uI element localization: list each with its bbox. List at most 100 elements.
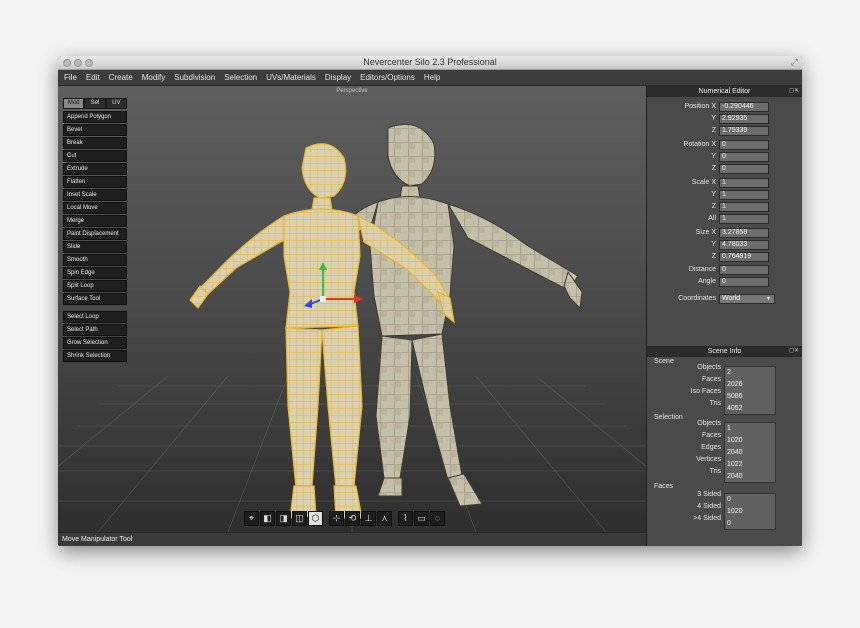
rotation-x-field[interactable]: 0 bbox=[719, 140, 769, 150]
cut-button[interactable]: Cut bbox=[63, 150, 127, 162]
background-mesh[interactable] bbox=[343, 124, 583, 507]
hex-icon[interactable]: ⬡ bbox=[308, 511, 323, 526]
rotation-x-label: Rotation X bbox=[683, 141, 716, 148]
move-cube-icon[interactable]: ◧ bbox=[260, 511, 275, 526]
scene-objects-value: 2 bbox=[727, 369, 731, 376]
title-bar: Nevercenter Silo 2.3 Professional ⤢ bbox=[58, 56, 802, 70]
grow-selection-button[interactable]: Grow Selection bbox=[63, 337, 127, 349]
scene-faces-value: 2026 bbox=[727, 381, 743, 388]
menu-subdivision[interactable]: Subdivision bbox=[174, 73, 215, 82]
wire-cube-icon[interactable]: ◫ bbox=[292, 511, 307, 526]
rect-select-icon[interactable]: ▭ bbox=[414, 511, 429, 526]
scene-group-label: Scene bbox=[654, 358, 674, 365]
scale-all-field[interactable]: 1 bbox=[719, 214, 769, 224]
angle-field[interactable]: 0 bbox=[719, 277, 769, 287]
scale-y-field[interactable]: 1 bbox=[719, 190, 769, 200]
selection-group-label: Selection bbox=[654, 414, 683, 421]
perspective-viewport[interactable]: Perspective Mod Sel UV Append Polygon Be… bbox=[58, 86, 646, 532]
menu-editors-options[interactable]: Editors/Options bbox=[360, 73, 415, 82]
position-y-label: Y bbox=[711, 115, 716, 122]
append-polygon-button[interactable]: Append Polygon bbox=[63, 111, 127, 123]
display-mode-group: ⌖ ◧ ◨ ◫ ⬡ bbox=[244, 511, 323, 527]
selection-faces-label: Faces bbox=[701, 432, 721, 439]
numerical-editor-title: Numerical Editor bbox=[698, 88, 751, 95]
position-x-field[interactable]: -0.290446 bbox=[719, 102, 769, 112]
smooth-button[interactable]: Smooth bbox=[63, 254, 127, 266]
inset-scale-button[interactable]: Inset Scale bbox=[63, 189, 127, 201]
menu-selection[interactable]: Selection bbox=[224, 73, 257, 82]
scene-info: Scene Objects 2 Faces 2026 Iso Faces 508… bbox=[647, 357, 802, 546]
selection-objects-value: 1 bbox=[727, 425, 731, 432]
coordinates-value: World bbox=[722, 295, 741, 302]
menu-edit[interactable]: Edit bbox=[86, 73, 100, 82]
select-loop-button[interactable]: Select Loop bbox=[63, 311, 127, 323]
size-z-field[interactable]: 0.764819 bbox=[719, 252, 769, 262]
tool-panel: Mod Sel UV Append Polygon Bevel Break Cu… bbox=[63, 98, 127, 363]
paint-displacement-button[interactable]: Paint Displacement bbox=[63, 228, 127, 240]
position-z-field[interactable]: 1.79339 bbox=[719, 126, 769, 136]
rotation-z-field[interactable]: 0 bbox=[719, 164, 769, 174]
panel-close-icon[interactable]: ◻✕ bbox=[789, 346, 799, 357]
break-button[interactable]: Break bbox=[63, 137, 127, 149]
spin-edge-button[interactable]: Spin Edge bbox=[63, 267, 127, 279]
position-y-field[interactable]: 2.92935 bbox=[719, 114, 769, 124]
surface-tool-button[interactable]: Surface Tool bbox=[63, 293, 127, 305]
menu-uvs-materials[interactable]: UVs/Materials bbox=[266, 73, 316, 82]
over-four-sided-label: >4 Sided bbox=[693, 515, 721, 522]
scene-tris-label: Tris bbox=[709, 400, 721, 407]
menu-display[interactable]: Display bbox=[325, 73, 351, 82]
viewport-label: Perspective bbox=[336, 88, 368, 94]
split-loop-button[interactable]: Split Loop bbox=[63, 280, 127, 292]
numerical-editor-header: Numerical Editor ◻✕ bbox=[647, 86, 802, 97]
size-y-field[interactable]: 4.78033 bbox=[719, 240, 769, 250]
axis-universal-icon[interactable]: ⋏ bbox=[377, 511, 392, 526]
window-title: Nevercenter Silo 2.3 Professional bbox=[363, 57, 497, 67]
shrink-selection-button[interactable]: Shrink Selection bbox=[63, 350, 127, 362]
scale-cube-icon[interactable]: ⌖ bbox=[244, 511, 259, 526]
chevron-down-icon: ▼ bbox=[766, 296, 771, 302]
three-sided-label: 3 Sided bbox=[697, 491, 721, 498]
slide-button[interactable]: Slide bbox=[63, 241, 127, 253]
extrude-button[interactable]: Extrude bbox=[63, 163, 127, 175]
menu-modify[interactable]: Modify bbox=[142, 73, 166, 82]
scene-info-header: Scene Info ◻✕ bbox=[647, 346, 802, 357]
split-cube-icon[interactable]: ◨ bbox=[276, 511, 291, 526]
size-x-label: Size X bbox=[695, 229, 716, 236]
panel-close-icon[interactable]: ◻✕ bbox=[789, 86, 799, 97]
size-x-field[interactable]: 3.27858 bbox=[719, 228, 769, 238]
flatten-button[interactable]: Flatten bbox=[63, 176, 127, 188]
app-window: Nevercenter Silo 2.3 Professional ⤢ File… bbox=[58, 56, 802, 546]
local-move-button[interactable]: Local Move bbox=[63, 202, 127, 214]
scene-faces-label: Faces bbox=[701, 376, 721, 383]
paint-select-icon[interactable]: ◌ bbox=[430, 511, 445, 526]
tab-sel[interactable]: Sel bbox=[84, 98, 106, 109]
selection-tris-label: Tris bbox=[709, 468, 721, 475]
tab-mod[interactable]: Mod bbox=[63, 98, 85, 109]
select-mode-group: ⌇ ▭ ◌ bbox=[398, 511, 445, 527]
status-bar: Move Manipulator Tool bbox=[58, 532, 646, 546]
menu-create[interactable]: Create bbox=[109, 73, 133, 82]
angle-label: Angle bbox=[698, 278, 716, 285]
scale-all-label: All bbox=[708, 215, 716, 222]
axis-move-icon[interactable]: ⊹ bbox=[329, 511, 344, 526]
menu-file[interactable]: File bbox=[64, 73, 77, 82]
menu-help[interactable]: Help bbox=[424, 73, 440, 82]
position-z-label: Z bbox=[711, 127, 716, 134]
mode-tabs: Mod Sel UV bbox=[63, 98, 127, 109]
scale-x-field[interactable]: 1 bbox=[719, 178, 769, 188]
coordinates-select[interactable]: World ▼ bbox=[719, 294, 775, 304]
tab-uv[interactable]: UV bbox=[105, 98, 127, 109]
lasso-select-icon[interactable]: ⌇ bbox=[398, 511, 413, 526]
scene-iso-faces-label: Iso Faces bbox=[690, 388, 721, 395]
axis-scale-icon[interactable]: ⊥ bbox=[361, 511, 376, 526]
select-path-button[interactable]: Select Path bbox=[63, 324, 127, 336]
axis-rotate-icon[interactable]: ⟲ bbox=[345, 511, 360, 526]
fullscreen-icon[interactable]: ⤢ bbox=[791, 57, 798, 68]
rotation-z-label: Z bbox=[711, 165, 716, 172]
merge-button[interactable]: Merge bbox=[63, 215, 127, 227]
bevel-button[interactable]: Bevel bbox=[63, 124, 127, 136]
rotation-y-field[interactable]: 0 bbox=[719, 152, 769, 162]
selection-vertices-label: Vertices bbox=[696, 456, 721, 463]
distance-field[interactable]: 0 bbox=[719, 265, 769, 275]
scale-z-field[interactable]: 1 bbox=[719, 202, 769, 212]
